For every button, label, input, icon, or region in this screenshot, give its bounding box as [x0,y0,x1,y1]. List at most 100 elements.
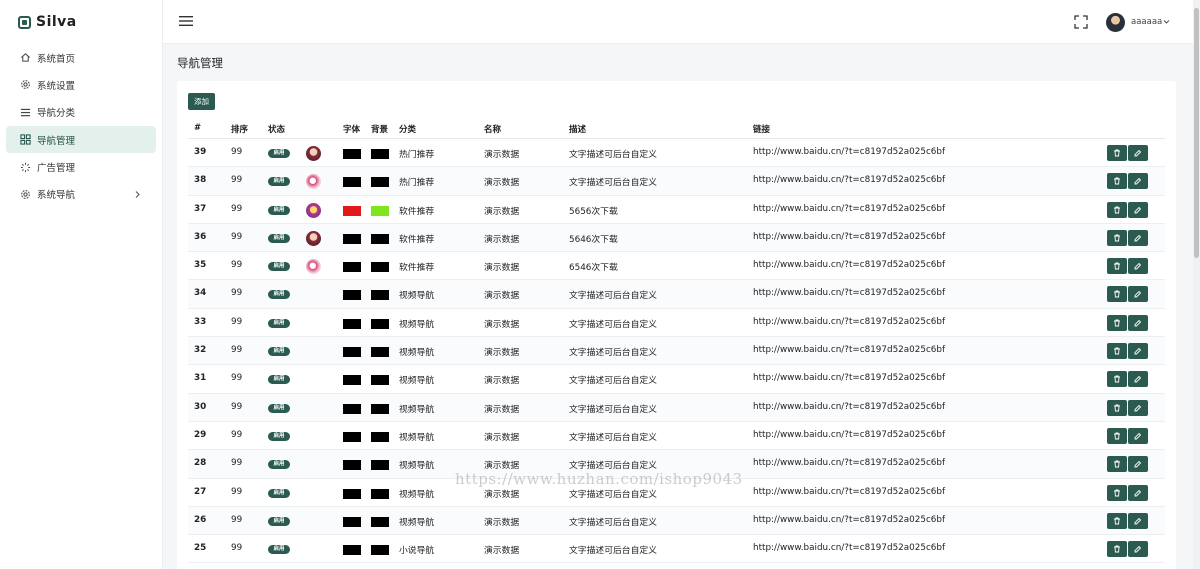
edit-button[interactable] [1128,456,1148,473]
page-scrollbar[interactable] [1193,0,1200,569]
cell-category: 视频导航 [399,319,435,330]
table-row: 36 99 启用 软件推荐 演示数据 5646次下载 http://www.baidu.cn… [188,223,1165,253]
cell-desc: 文字描述可后台自定义 [569,291,657,302]
sidebar-item-1[interactable]: 系统设置 [6,71,156,98]
edit-button[interactable] [1128,399,1148,416]
trash-icon [1114,432,1120,440]
sidebar-item-5[interactable]: 系统导航 [6,181,156,208]
cell-desc: 5646次下载 [569,234,618,245]
cell-link[interactable]: http://www.baidu.cn/?t=c8197d52a025c6bf [753,543,945,553]
add-button[interactable]: 添加 [188,93,215,110]
table-row: 33 99 启用 视频导航 演示数据 文字描述可后台自定义 http://www.baidu… [188,309,1165,338]
bg-color-swatch [371,545,389,556]
edit-button[interactable] [1128,201,1148,218]
chevron-down-icon[interactable] [1163,18,1170,25]
edit-button[interactable] [1128,314,1148,331]
delete-button[interactable] [1107,201,1127,218]
edit-button[interactable] [1128,512,1148,529]
cell-category: 软件推荐 [399,263,435,274]
trash-icon [1114,404,1120,412]
cell-sort: 99 [231,543,243,554]
cell-link[interactable]: http://www.baidu.cn/?t=c8197d52a025c6bf [753,515,945,525]
edit-button[interactable] [1128,371,1148,388]
font-color-swatch [343,516,361,527]
edit-button[interactable] [1128,541,1148,558]
delete-button[interactable] [1107,456,1127,473]
row-actions [1107,173,1149,190]
cell-sort: 99 [231,345,243,356]
status-badge: 启用 [268,149,290,158]
delete-button[interactable] [1107,371,1127,388]
edit-icon [1134,376,1142,383]
cell-link[interactable]: http://www.baidu.cn/?t=c8197d52a025c6bf [753,345,945,355]
delete-button[interactable] [1107,484,1127,501]
gear-icon [20,79,31,90]
cell-link[interactable]: http://www.baidu.cn/?t=c8197d52a025c6bf [753,373,945,383]
col-header-category: 分类 [399,125,417,135]
cell-link[interactable]: http://www.baidu.cn/?t=c8197d52a025c6bf [753,487,945,497]
delete-button[interactable] [1107,541,1127,558]
brand[interactable]: Silva [0,0,162,44]
scrollbar-thumb[interactable] [1194,8,1199,258]
edit-button[interactable] [1128,427,1148,444]
cell-category: 视频导航 [399,517,435,528]
delete-button[interactable] [1107,314,1127,331]
edit-button[interactable] [1128,145,1148,161]
cell-category: 视频导航 [399,404,435,415]
cell-link[interactable]: http://www.baidu.cn/?t=c8197d52a025c6bf [753,430,945,440]
cell-link[interactable]: http://www.baidu.cn/?t=c8197d52a025c6bf [753,317,945,327]
cell-id: 34 [194,288,207,299]
trash-icon [1114,206,1120,214]
font-color-swatch [343,403,361,414]
edit-icon [1134,263,1142,270]
cell-link[interactable]: http://www.baidu.cn/?t=c8197d52a025c6bf [753,204,945,214]
brand-logo-icon [18,15,31,29]
sidebar-item-3[interactable]: 导航管理 [6,126,156,154]
edit-button[interactable] [1128,173,1148,190]
edit-button[interactable] [1128,229,1148,246]
cell-desc: 文字描述可后台自定义 [569,489,657,500]
cell-link[interactable]: http://www.baidu.cn/?t=c8197d52a025c6bf [753,288,945,298]
font-color-swatch [343,205,361,216]
delete-button[interactable] [1107,145,1127,161]
delete-button[interactable] [1107,229,1127,246]
cell-name: 演示数据 [484,263,520,274]
hamburger-menu-icon[interactable] [179,15,193,27]
cell-link[interactable]: http://www.baidu.cn/?t=c8197d52a025c6bf [753,402,945,412]
user-name[interactable]: aaaaaa [1131,17,1162,27]
cell-link[interactable]: http://www.baidu.cn/?t=c8197d52a025c6bf [753,147,945,157]
delete-button[interactable] [1107,512,1127,529]
table-row: 27 99 启用 视频导航 演示数据 文字描述可后台自定义 http://www.baidu… [188,479,1165,507]
cell-link[interactable]: http://www.baidu.cn/?t=c8197d52a025c6bf [753,458,945,468]
cell-id: 27 [194,486,207,497]
delete-button[interactable] [1107,399,1127,416]
sidebar-item-2[interactable]: 导航分类 [6,99,156,126]
sidebar-item-4[interactable]: 广告管理 [6,154,156,181]
edit-button[interactable] [1128,258,1148,275]
cell-id: 37 [194,203,207,214]
fullscreen-icon[interactable] [1074,15,1088,29]
edit-button[interactable] [1128,484,1148,501]
edit-button[interactable] [1128,343,1148,360]
sidebar-item-0[interactable]: 系统首页 [6,44,156,71]
cell-link[interactable]: http://www.baidu.cn/?t=c8197d52a025c6bf [753,260,945,270]
cell-id: 30 [194,401,207,412]
user-avatar[interactable] [1106,13,1125,32]
row-actions [1107,541,1149,558]
sidebar-menu: 系统首页 系统设置 导航分类 导航管理 广告管理 系统导航 [0,44,162,208]
trash-icon [1114,375,1120,383]
nav-icon-image [306,146,321,161]
status-badge: 启用 [268,545,290,555]
delete-button[interactable] [1107,343,1127,360]
delete-button[interactable] [1107,427,1127,444]
cell-id: 26 [194,514,207,525]
delete-button[interactable] [1107,286,1127,303]
delete-button[interactable] [1107,258,1127,275]
cell-sort: 99 [231,458,243,469]
cell-name: 演示数据 [484,206,520,217]
cell-id: 33 [194,316,207,327]
cell-link[interactable]: http://www.baidu.cn/?t=c8197d52a025c6bf [753,232,945,242]
delete-button[interactable] [1107,173,1127,190]
cell-link[interactable]: http://www.baidu.cn/?t=c8197d52a025c6bf [753,175,945,185]
edit-button[interactable] [1128,286,1148,303]
